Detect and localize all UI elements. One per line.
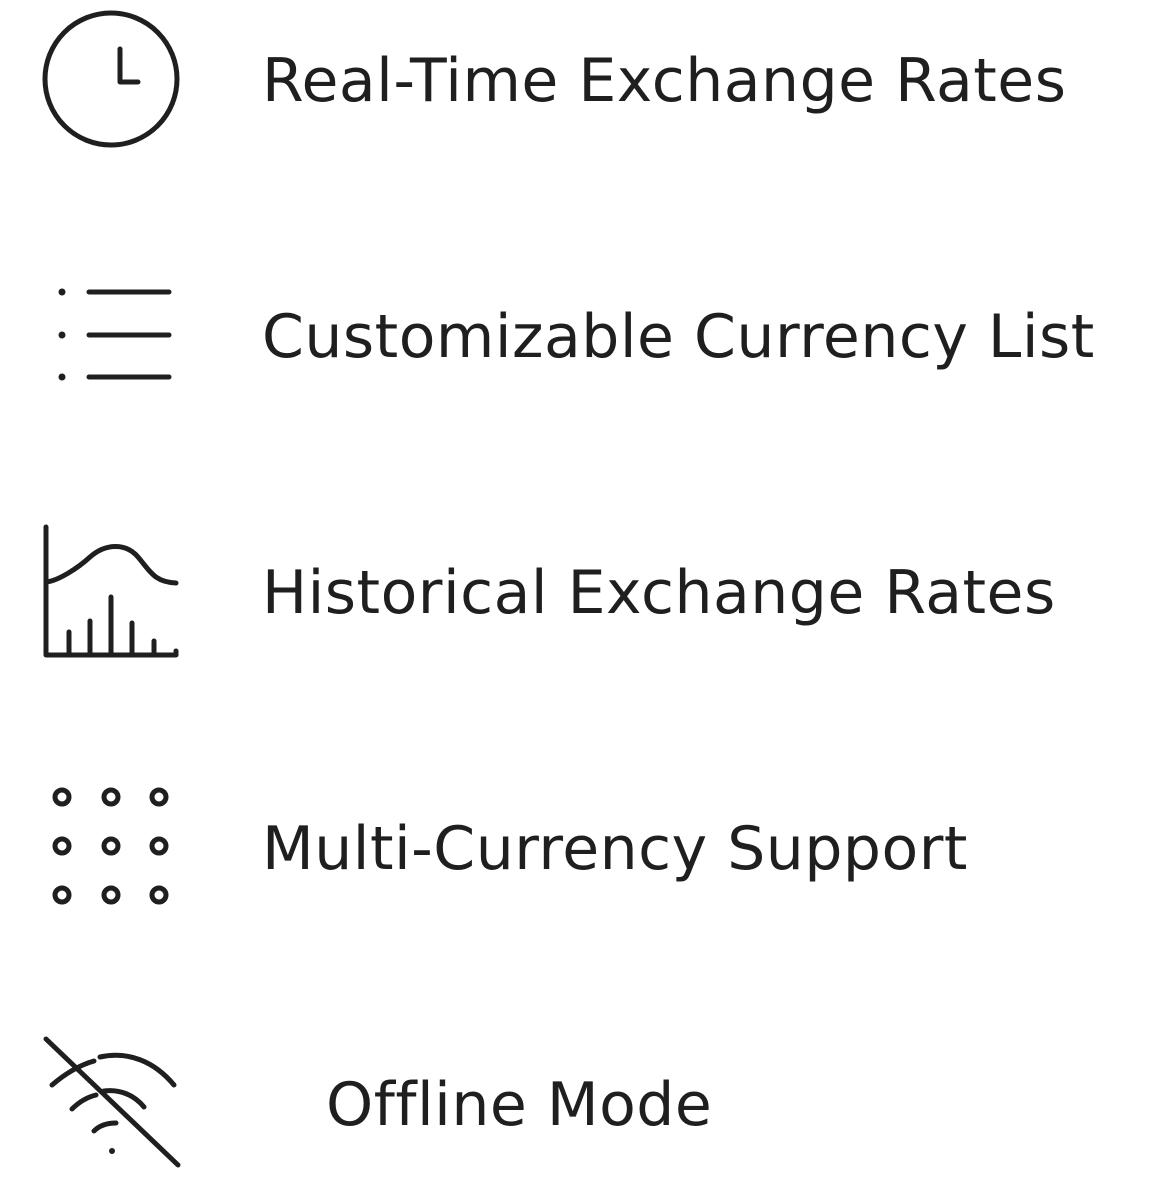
- wifi-off-icon: [38, 1027, 188, 1177]
- list-icon: [38, 259, 188, 409]
- feature-row-multi-currency: Multi-Currency Support: [0, 771, 1154, 921]
- feature-row-historical-rates: Historical Exchange Rates: [0, 515, 1154, 665]
- feature-label: Multi-Currency Support: [262, 814, 968, 884]
- clock-icon: [38, 3, 188, 153]
- dot-grid-icon: [38, 771, 188, 921]
- feature-row-real-time-rates: Real-Time Exchange Rates: [0, 3, 1154, 153]
- feature-row-currency-list: Customizable Currency List: [0, 259, 1154, 409]
- feature-label: Historical Exchange Rates: [262, 558, 1056, 628]
- feature-label: Offline Mode: [326, 1070, 713, 1140]
- feature-list: Real-Time Exchange Rates Customizable Cu…: [0, 0, 1154, 1168]
- feature-label: Customizable Currency List: [262, 302, 1095, 372]
- chart-icon: [38, 515, 188, 665]
- feature-row-offline-mode: Offline Mode: [0, 1027, 1154, 1177]
- feature-label: Real-Time Exchange Rates: [262, 46, 1067, 116]
